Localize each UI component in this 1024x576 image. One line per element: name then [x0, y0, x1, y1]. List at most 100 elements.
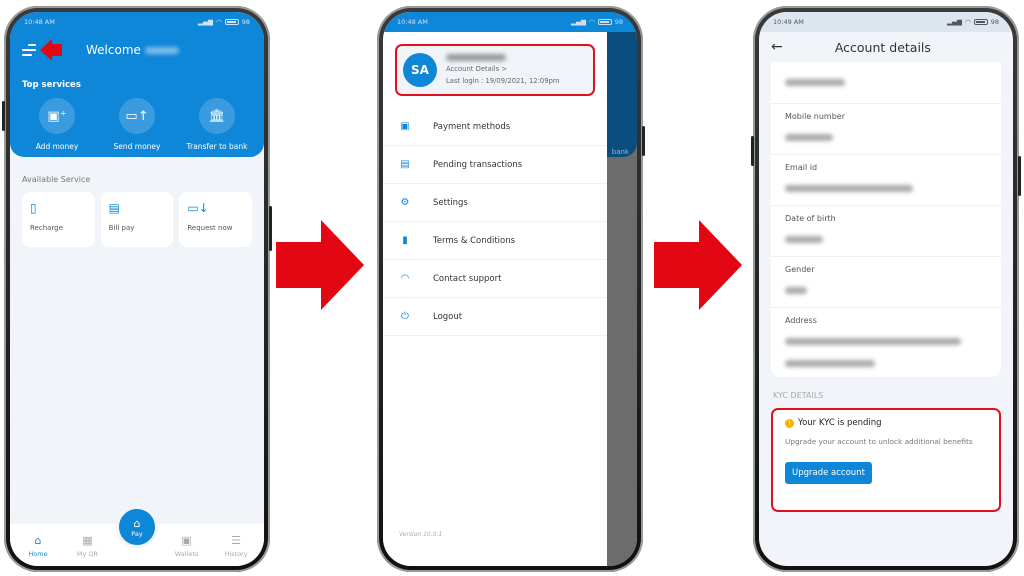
- signal-icon: ▂▄▆: [571, 18, 587, 26]
- signal-icon: ▂▄▆: [947, 18, 963, 26]
- recharge-card[interactable]: ▯ Recharge: [22, 192, 95, 247]
- kyc-description: Upgrade your account to unlock additiona…: [785, 437, 973, 446]
- menu-screen: bank 10:48 AM ▂▄▆ ◠ 98 SA Account Details …: [383, 12, 637, 566]
- blurred-value: [785, 134, 833, 141]
- qr-icon: ▦: [82, 534, 93, 547]
- avatar: SA: [403, 53, 437, 87]
- last-login: Last login : 19/09/2021, 12:09pm: [446, 76, 560, 85]
- version-label: Version 10.0.1: [399, 531, 443, 538]
- payment-card-icon: ▣: [400, 121, 410, 132]
- send-money-button[interactable]: ▭↑ Send money: [98, 98, 176, 151]
- pending-doc-icon: ▤: [400, 159, 410, 170]
- status-bar: 10:48 AM ▂▄▆ ◠ 98: [383, 12, 637, 32]
- detail-row-dob: Date of birth: [771, 206, 1001, 257]
- menu-item-terms[interactable]: ▮ Terms & Conditions: [383, 222, 607, 260]
- menu-item-logout[interactable]: ⏻ Logout: [383, 298, 607, 336]
- battery-icon: [973, 19, 988, 25]
- gear-icon: ⚙: [400, 197, 410, 208]
- nav-home[interactable]: ⌂ Home: [18, 534, 58, 558]
- menu-item-settings[interactable]: ⚙ Settings: [383, 184, 607, 222]
- wallet-icon: ▣: [181, 534, 192, 547]
- blurred-value: [785, 338, 961, 345]
- request-money-icon: ▭↓: [187, 201, 209, 215]
- phone-recharge-icon: ▯: [30, 201, 37, 215]
- volume-button: [2, 101, 5, 131]
- document-icon: ▮: [402, 235, 408, 246]
- kyc-section-title: KYC DETAILS: [773, 391, 824, 400]
- wifi-icon: ◠: [216, 18, 222, 26]
- battery-level: 98: [990, 18, 999, 26]
- phone-account-details-screen: 10:49 AM ▂▄▆ ◠ 98 ← Account details Mobile…: [751, 6, 1021, 572]
- blurred-value: [785, 359, 875, 367]
- menu-item-payment-methods[interactable]: ▣ Payment methods: [383, 108, 607, 146]
- transfer-to-bank-button[interactable]: 🏛 Transfer to bank: [178, 98, 256, 151]
- status-bar: 10:48 AM ▂▄▆ ◠ 98: [10, 12, 264, 32]
- battery-icon: [597, 19, 612, 25]
- details-card: Mobile number Email id Date of birth Gen…: [771, 62, 1001, 377]
- nav-wallets[interactable]: ▣ Wallets: [167, 534, 207, 558]
- page-title: Account details: [834, 39, 931, 55]
- signal-icon: ▂▄▆: [198, 18, 214, 26]
- power-icon: ⏻: [401, 311, 409, 322]
- bill-pay-card[interactable]: ▤ Bill pay: [100, 192, 174, 247]
- nav-history[interactable]: ☰ History: [216, 534, 256, 558]
- home-header: 10:48 AM ▂▄▆ ◠ 98 Welcome Top services ▣⁺ …: [10, 12, 264, 157]
- detail-row-name: [771, 62, 1001, 104]
- back-arrow-icon[interactable]: ←: [771, 39, 783, 55]
- add-money-button[interactable]: ▣⁺ Add money: [18, 98, 96, 151]
- warning-icon: !: [785, 418, 794, 428]
- history-icon: ☰: [231, 534, 241, 547]
- detail-row-gender: Gender: [771, 257, 1001, 308]
- top-services-title: Top services: [22, 80, 81, 90]
- upgrade-account-button[interactable]: Upgrade account: [785, 462, 872, 485]
- home-screen: 10:48 AM ▂▄▆ ◠ 98 Welcome Top services ▣⁺ …: [10, 12, 264, 566]
- wallet-add-icon: ▣⁺: [39, 98, 75, 134]
- battery-level: 98: [614, 18, 623, 26]
- detail-row-email: Email id: [771, 155, 1001, 206]
- blurred-name: [446, 54, 506, 62]
- blurred-username: [144, 47, 179, 54]
- power-button: [1018, 156, 1021, 196]
- status-time: 10:48 AM: [24, 18, 55, 26]
- detail-row-address: Address: [771, 308, 1001, 377]
- blurred-value: [785, 287, 807, 294]
- headset-icon: ◠: [400, 273, 410, 284]
- status-time: 10:48 AM: [397, 18, 428, 26]
- available-service-title: Available Service: [22, 175, 91, 184]
- bank-icon: 🏛: [199, 98, 235, 134]
- bill-icon: ▤: [108, 201, 121, 215]
- side-drawer: SA Account Details > Last login : 19/09/…: [383, 12, 607, 566]
- account-details-screen: 10:49 AM ▂▄▆ ◠ 98 ← Account details Mobile…: [759, 12, 1013, 566]
- power-button: [642, 126, 645, 156]
- phone-home-screen: 10:48 AM ▂▄▆ ◠ 98 Welcome Top services ▣⁺ …: [2, 6, 272, 572]
- flow-arrow-1: [276, 220, 364, 310]
- menu-hamburger-icon[interactable]: [22, 44, 36, 56]
- home-icon: ⌂: [34, 534, 42, 547]
- nav-my-qr[interactable]: ▦ My QR: [68, 534, 108, 558]
- detail-row-mobile: Mobile number: [771, 104, 1001, 155]
- wifi-icon: ◠: [965, 18, 971, 26]
- kyc-status: Your KYC is pending: [798, 418, 882, 428]
- welcome-text: Welcome: [86, 43, 179, 57]
- kyc-card: ! Your KYC is pending Upgrade your accoun…: [771, 408, 1001, 512]
- annotation-arrow-icon: [40, 39, 62, 61]
- blurred-value: [785, 236, 823, 243]
- profile-card[interactable]: SA Account Details > Last login : 19/09/…: [395, 44, 595, 96]
- power-button: [269, 206, 272, 251]
- store-icon: ⌂: [133, 516, 141, 530]
- status-bar: 10:49 AM ▂▄▆ ◠ 98: [759, 12, 1013, 32]
- blurred-value: [785, 185, 913, 192]
- menu-item-contact-support[interactable]: ◠ Contact support: [383, 260, 607, 298]
- status-time: 10:49 AM: [773, 18, 804, 26]
- send-money-icon: ▭↑: [119, 98, 155, 134]
- flow-arrow-2: [654, 220, 742, 310]
- menu-item-pending-transactions[interactable]: ▤ Pending transactions: [383, 146, 607, 184]
- account-details-link[interactable]: Account Details >: [446, 64, 560, 76]
- phone-menu-screen: bank 10:48 AM ▂▄▆ ◠ 98 SA Account Details …: [377, 6, 645, 572]
- volume-button: [751, 136, 754, 166]
- wifi-icon: ◠: [589, 18, 595, 26]
- blurred-value: [785, 79, 845, 86]
- request-now-card[interactable]: ▭↓ Request now: [179, 192, 253, 247]
- pay-button[interactable]: ⌂ Pay: [116, 506, 158, 548]
- battery-icon: [224, 19, 239, 25]
